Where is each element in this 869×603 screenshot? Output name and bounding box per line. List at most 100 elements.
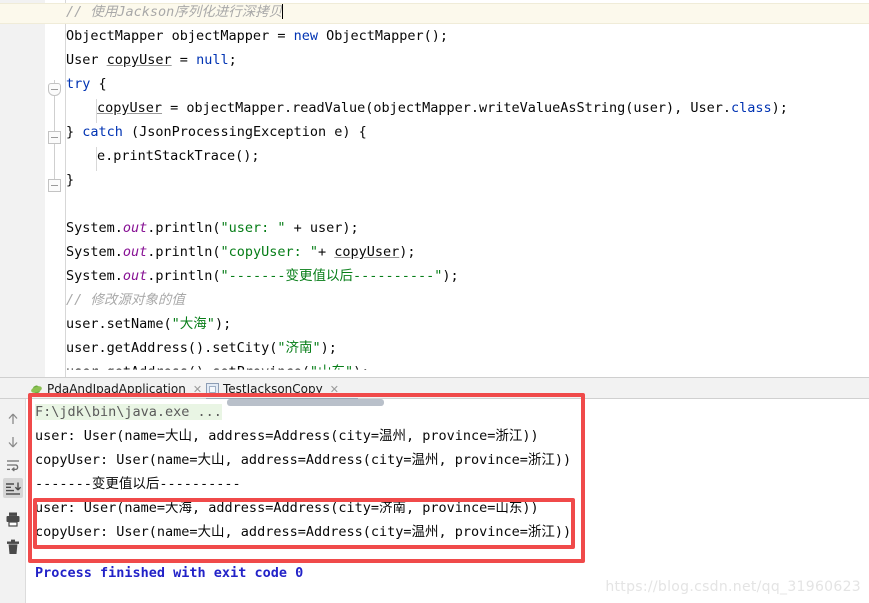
run-tab-bar[interactable]: PdaAndIpadApplication ✕ TestJacksonCopy … [0, 378, 869, 401]
text-caret [282, 4, 284, 19]
console-command-text: F:\jdk\bin\java.exe ... [35, 404, 222, 420]
arrow-up-icon [8, 413, 18, 424]
code-token-plain: user.getAddress().setCity( [66, 340, 278, 356]
code-line: copyUser = objectMapper.readValue(object… [66, 96, 788, 120]
code-token-plain: user.setName( [66, 316, 172, 332]
scroll-up-button[interactable] [3, 409, 23, 429]
code-token-plain: + [318, 244, 335, 260]
close-icon[interactable]: ✕ [330, 383, 339, 396]
arrow-down-icon [8, 437, 18, 448]
code-token-plain: ; [228, 52, 237, 68]
fold-marker-icon[interactable] [48, 83, 61, 96]
code-token-cmt: // 修改源对象的值 [66, 292, 185, 308]
run-tab-label: TestJacksonCopy [223, 382, 323, 396]
code-token-field: out [122, 220, 148, 236]
code-line: } catch (JsonProcessingException e) { [66, 120, 367, 144]
scroll-down-button[interactable] [3, 432, 23, 452]
code-token-plain: System. [66, 220, 123, 236]
code-token-plain: = objectMapper.readValue(objectMapper.wr… [162, 100, 731, 116]
code-line: // 修改源对象的值 [66, 288, 185, 312]
code-token-kw: null [196, 52, 229, 68]
clear-all-button[interactable] [3, 537, 23, 557]
code-token-plain: } [66, 172, 75, 188]
code-token-plain: .println( [147, 220, 221, 236]
code-line: System.out.println("user: " + user); [66, 216, 359, 240]
spring-boot-icon [30, 382, 43, 396]
console-line: -------变更值以后---------- [35, 476, 241, 492]
code-token-plain: System. [66, 244, 123, 260]
code-line: // 使用Jackson序列化进行深拷贝 [66, 0, 284, 24]
editor-gutter [0, 0, 46, 378]
code-token-plain: .println( [147, 268, 221, 284]
console-toolbar[interactable] [0, 399, 26, 603]
fold-marker-icon[interactable] [48, 179, 61, 192]
run-tab-test-jackson-copy[interactable]: TestJacksonCopy ✕ [206, 379, 339, 399]
fold-marker-icon[interactable] [48, 131, 61, 144]
console-exit-message: Process finished with exit code 0 [35, 565, 304, 581]
code-token-plain: + user); [285, 220, 359, 236]
code-token-plain: ); [442, 268, 459, 284]
console-line: user: User(name=大山, address=Address(city… [35, 428, 539, 444]
code-token-plain: ObjectMapper(); [317, 28, 449, 44]
console-line: copyUser: User(name=大山, address=Address(… [35, 452, 572, 468]
code-line: user.setName("大海"); [66, 312, 231, 336]
code-token-var: copyUser [106, 52, 172, 68]
code-token-plain: ObjectMapper objectMapper = [66, 28, 294, 44]
code-token-plain: ); [214, 316, 232, 332]
soft-wrap-icon [7, 460, 19, 472]
code-line: ObjectMapper objectMapper = new ObjectMa… [66, 24, 448, 48]
code-token-str: "大海" [171, 316, 215, 332]
scroll-to-end-icon [6, 482, 22, 495]
code-line: user.getAddress().setCity("济南"); [66, 336, 337, 360]
code-token-kw: catch [82, 124, 123, 140]
java-class-icon [206, 382, 219, 396]
code-token-kw: class [730, 100, 772, 116]
code-token-plain: ); [320, 340, 337, 356]
code-token-field: out [122, 244, 148, 260]
code-editor-pane[interactable]: // 使用Jackson序列化进行深拷贝 ObjectMapper objectM… [0, 0, 869, 378]
code-token-plain: e.printStackTrace(); [97, 148, 260, 164]
code-token-plain: ); [353, 364, 370, 378]
code-token-str: "copyUser: " [220, 244, 318, 260]
soft-wrap-button[interactable] [3, 455, 23, 475]
code-token-plain: (JsonProcessingException e) { [122, 124, 367, 140]
code-token-str: "-------变更值以后----------" [220, 268, 443, 284]
close-icon[interactable]: ✕ [193, 383, 202, 396]
code-line: try { [66, 72, 107, 96]
code-text-area[interactable]: // 使用Jackson序列化进行深拷贝 ObjectMapper objectM… [66, 0, 869, 378]
code-line: User copyUser = null; [66, 48, 237, 72]
code-token-str: "济南" [277, 340, 321, 356]
code-token-str: "user: " [220, 220, 286, 236]
code-token-var: copyUser [334, 244, 400, 260]
code-line: e.printStackTrace(); [66, 144, 260, 168]
code-token-plain: User [66, 52, 107, 68]
watermark: https://blog.csdn.net/qq_31960623 [605, 579, 861, 595]
code-token-field: out [122, 268, 148, 284]
scroll-to-end-button[interactable] [3, 478, 23, 498]
console-line: user: User(name=大海, address=Address(city… [35, 500, 539, 516]
run-tab-pda-and-ipad-application[interactable]: PdaAndIpadApplication ✕ [30, 379, 202, 399]
code-token-plain: user.getAddress().setProvince( [66, 364, 310, 378]
code-token-plain: { [90, 76, 107, 92]
code-token-plain: = [171, 52, 197, 68]
code-token-var: copyUser [97, 100, 163, 116]
console-command-line: F:\jdk\bin\java.exe ... [35, 400, 222, 424]
console-output[interactable]: F:\jdk\bin\java.exe ... user: User(name=… [27, 399, 869, 603]
code-line: } [66, 168, 74, 192]
console-horizontal-scrollbar[interactable] [227, 399, 384, 406]
trash-icon [7, 539, 19, 554]
code-token-plain: } [66, 124, 83, 140]
code-token-plain: .println( [147, 244, 221, 260]
code-line: user.getAddress().setProvince("山东"); [66, 360, 370, 378]
code-token-str: "山东" [309, 364, 354, 378]
code-token-plain: ); [399, 244, 416, 260]
console-line: copyUser: User(name=大山, address=Address(… [35, 524, 572, 540]
code-token-kw: try [66, 76, 91, 92]
code-token-cmt: // 使用Jackson序列化进行深拷贝 [66, 4, 283, 20]
run-tab-label: PdaAndIpadApplication [47, 382, 186, 396]
code-line: System.out.println("copyUser: "+ copyUse… [66, 240, 416, 264]
print-button[interactable] [3, 509, 23, 529]
code-token-plain: System. [66, 268, 123, 284]
run-tool-window[interactable]: PdaAndIpadApplication ✕ TestJacksonCopy … [0, 378, 869, 603]
code-line: System.out.println("-------变更值以后--------… [66, 264, 459, 288]
